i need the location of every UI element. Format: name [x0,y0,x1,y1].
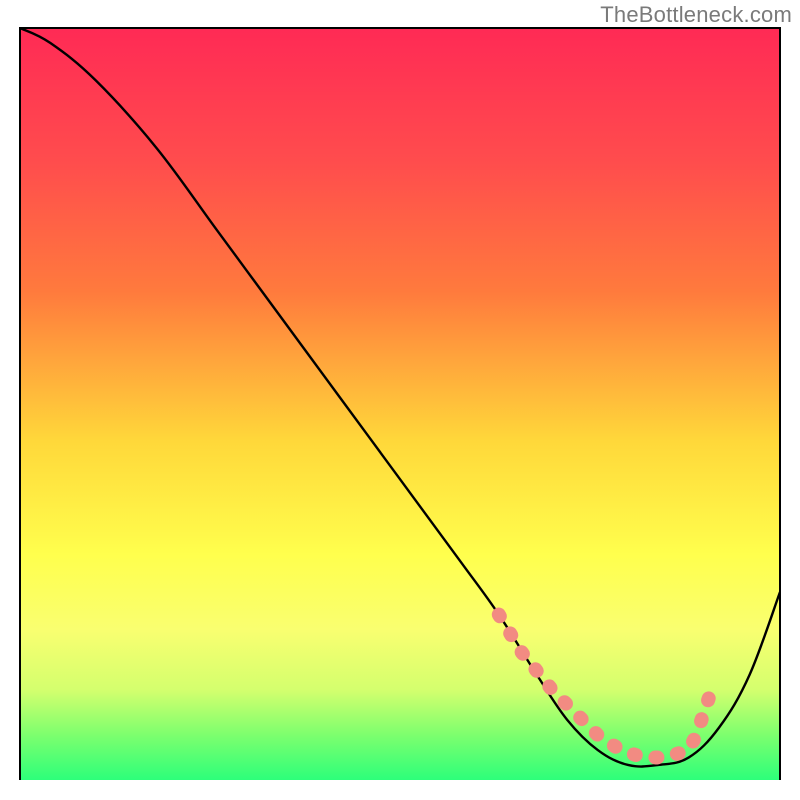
chart-canvas [0,0,800,800]
chart-stage: TheBottleneck.com [0,0,800,800]
watermark-text: TheBottleneck.com [600,2,792,28]
gradient-background [20,28,780,780]
